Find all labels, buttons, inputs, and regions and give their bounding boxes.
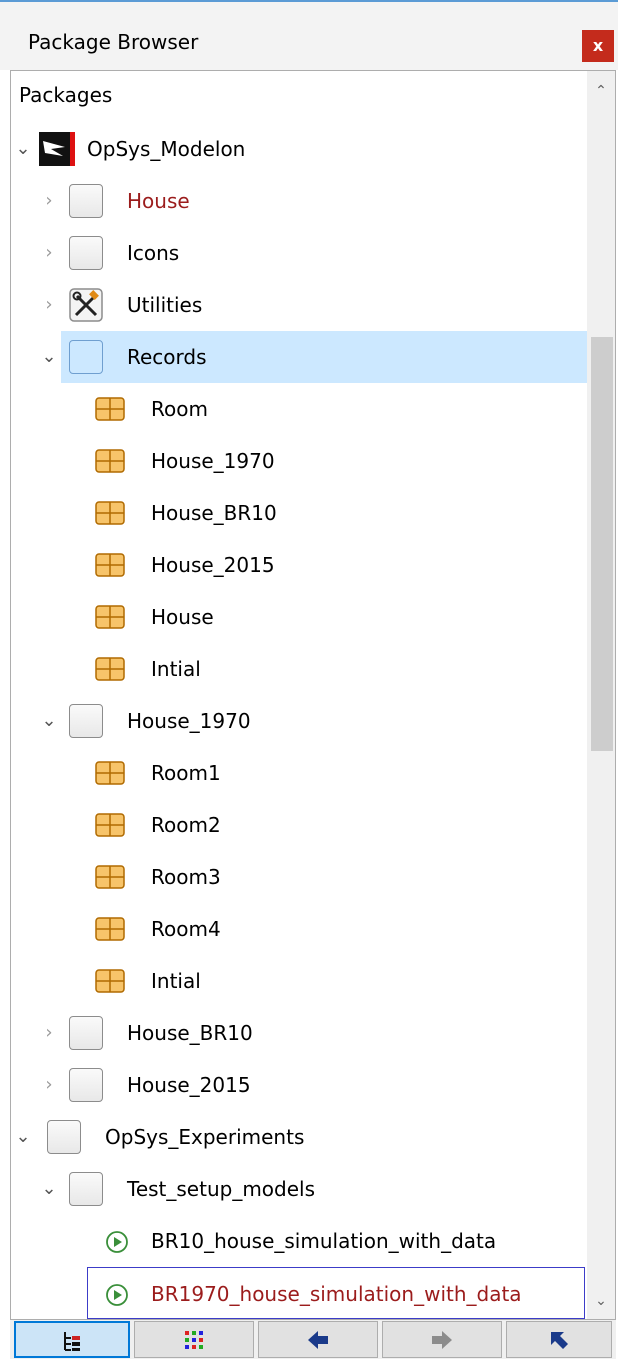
chevron-down-icon[interactable]: ⌄ [13, 123, 33, 175]
title-bar: Package Browser x [0, 2, 618, 70]
tree-item-label: Icons [127, 241, 180, 265]
tools-icon [69, 288, 103, 322]
tree-item-label: House_BR10 [127, 1021, 253, 1045]
tree-item-label: Records [127, 345, 207, 369]
window-title: Package Browser [28, 30, 199, 54]
modelon-logo-icon [39, 132, 75, 166]
scroll-down-icon[interactable]: ⌄ [587, 1287, 615, 1315]
package-icon [69, 704, 103, 738]
tree-item-utilities[interactable]: › Utilities [11, 279, 589, 331]
tree-item-label: Room1 [151, 761, 221, 785]
tree-view-icon [64, 1332, 80, 1351]
tree-item-label: House_2015 [127, 1073, 251, 1097]
record-icon [95, 917, 125, 941]
tree-item-room1[interactable]: Room1 [11, 747, 589, 799]
chevron-down-icon[interactable]: ⌄ [39, 695, 59, 747]
tree-item-label: Room4 [151, 917, 221, 941]
forward-arrow-icon [432, 1331, 452, 1349]
tree-item-room2[interactable]: Room2 [11, 799, 589, 851]
tree-item-label: House [127, 189, 190, 213]
record-icon [95, 553, 125, 577]
package-icon [69, 1016, 103, 1050]
record-icon [95, 449, 125, 473]
grid-view-button[interactable] [134, 1321, 254, 1358]
tree-item-br1970-simulation[interactable]: BR1970_house_simulation_with_data [87, 1267, 585, 1319]
tree-item-label: BR1970_house_simulation_with_data [151, 1282, 522, 1306]
tree-item-label: Room2 [151, 813, 221, 837]
chevron-right-icon[interactable]: › [39, 227, 59, 279]
packages-header: Packages [19, 83, 113, 107]
package-icon [69, 1172, 103, 1206]
package-icon [69, 184, 103, 218]
tree-item-intial[interactable]: Intial [11, 955, 589, 1007]
tree-item-icons[interactable]: › Icons [11, 227, 589, 279]
tree-item-house-1970[interactable]: ⌄ House_1970 [11, 695, 589, 747]
package-tree-panel: Packages ⌄ OpSys_Modelon › House › Icons [10, 70, 616, 1320]
simulation-icon [106, 1284, 128, 1306]
back-arrow-icon [308, 1331, 328, 1349]
record-icon [95, 657, 125, 681]
tree-item-label: House_BR10 [151, 501, 277, 525]
bottom-toolbar [10, 1320, 616, 1359]
grid-view-icon [185, 1331, 203, 1349]
simulation-icon [106, 1231, 128, 1253]
record-icon [95, 605, 125, 629]
tree-item-house-2015-record[interactable]: House_2015 [11, 539, 589, 591]
chevron-down-icon[interactable]: ⌄ [39, 1163, 59, 1215]
chevron-right-icon[interactable]: › [39, 1007, 59, 1059]
up-left-arrow-icon [551, 1332, 568, 1349]
tree-item-label: Room [151, 397, 208, 421]
close-button[interactable]: x [582, 30, 614, 62]
tree-item-label: BR10_house_simulation_with_data [151, 1229, 497, 1253]
tree-item-test-setup-models[interactable]: ⌄ Test_setup_models [11, 1163, 589, 1215]
tree-item-label: House_1970 [151, 449, 275, 473]
tree-item-house-1970-record[interactable]: House_1970 [11, 435, 589, 487]
tree-item-house-br10-record[interactable]: House_BR10 [11, 487, 589, 539]
package-icon [47, 1120, 81, 1154]
tree-item-house-2015[interactable]: › House_2015 [11, 1059, 589, 1111]
tree-item-intial-record[interactable]: Intial [11, 643, 589, 695]
tree-item-label: Intial [151, 969, 201, 993]
tree-item-label: House_1970 [127, 709, 251, 733]
chevron-right-icon[interactable]: › [39, 175, 59, 227]
tree-item-label: Room3 [151, 865, 221, 889]
chevron-down-icon[interactable]: ⌄ [13, 1111, 33, 1163]
tree-item-room3[interactable]: Room3 [11, 851, 589, 903]
tree-item-opsys-modelon[interactable]: ⌄ OpSys_Modelon [11, 123, 589, 175]
scroll-up-icon[interactable]: ⌃ [587, 77, 615, 105]
tree-item-house-br10[interactable]: › House_BR10 [11, 1007, 589, 1059]
record-icon [95, 813, 125, 837]
tree-item-br10-simulation[interactable]: BR10_house_simulation_with_data [11, 1215, 589, 1267]
scrollbar-thumb[interactable] [591, 337, 613, 751]
tree-view-button[interactable] [14, 1321, 130, 1358]
tree-item-opsys-experiments[interactable]: ⌄ OpSys_Experiments [11, 1111, 589, 1163]
go-up-button[interactable] [506, 1321, 612, 1358]
tree-item-label: Intial [151, 657, 201, 681]
tree-item-house-record[interactable]: House [11, 591, 589, 643]
tree-item-records[interactable]: ⌄ Records [41, 331, 589, 383]
chevron-right-icon[interactable]: › [39, 1059, 59, 1111]
record-icon [95, 969, 125, 993]
tree-item-label: OpSys_Modelon [87, 137, 246, 161]
tree-item-room4[interactable]: Room4 [11, 903, 589, 955]
record-icon [95, 501, 125, 525]
package-icon [69, 340, 103, 374]
tree-item-label: OpSys_Experiments [105, 1125, 305, 1149]
tree-item-room[interactable]: Room [11, 383, 589, 435]
record-icon [95, 761, 125, 785]
package-icon [69, 236, 103, 270]
chevron-down-icon[interactable]: ⌄ [39, 331, 59, 383]
back-button[interactable] [258, 1321, 378, 1358]
tree-item-label: House [151, 605, 214, 629]
record-icon [95, 865, 125, 889]
tree-item-label: House_2015 [151, 553, 275, 577]
tree-item-label: Utilities [127, 293, 203, 317]
chevron-right-icon[interactable]: › [39, 279, 59, 331]
vertical-scrollbar[interactable]: ⌃ ⌄ [587, 71, 615, 1319]
tree-item-label: Test_setup_models [127, 1177, 316, 1201]
record-icon [95, 397, 125, 421]
package-icon [69, 1068, 103, 1102]
tree-item-house[interactable]: › House [11, 175, 589, 227]
forward-button[interactable] [382, 1321, 502, 1358]
